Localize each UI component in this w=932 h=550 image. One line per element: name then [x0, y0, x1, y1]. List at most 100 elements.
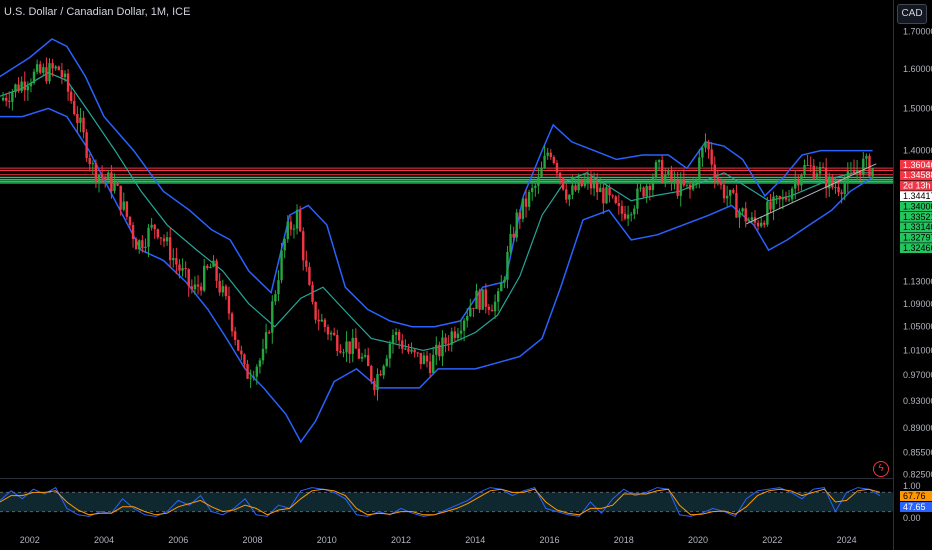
candle-body [738, 211, 741, 218]
price-tick-label: 1.50000 [903, 103, 932, 113]
candle-body [450, 331, 453, 345]
candle-body [862, 158, 865, 175]
candle-body [305, 260, 308, 267]
candle-body [425, 355, 429, 362]
candle-body [302, 231, 305, 261]
candle-body [865, 155, 868, 159]
candle-body [196, 284, 200, 287]
candle-body [500, 282, 503, 292]
candle-body [772, 196, 775, 210]
candle-body [441, 337, 444, 357]
candle-body [565, 189, 568, 200]
candle-body [323, 319, 327, 327]
candle-body [608, 187, 611, 196]
candle-body [759, 222, 763, 227]
candle-body [190, 286, 194, 290]
candle-body [32, 71, 36, 83]
candle-body [113, 182, 116, 192]
candle-body [456, 333, 460, 339]
candle-body [342, 352, 345, 354]
candle-body [345, 341, 348, 353]
candle-body [48, 63, 51, 82]
candle-body [611, 195, 614, 197]
price-tags: 1.360461.345882d 13h1.344171.340001.3352… [900, 160, 932, 253]
candle-body [719, 180, 723, 185]
candle-body [614, 196, 617, 204]
candle-body [401, 340, 404, 349]
candle-body [388, 343, 392, 359]
candle-body [422, 355, 426, 365]
candle-body [97, 174, 101, 182]
candle-body [682, 178, 686, 186]
candle-body [57, 66, 60, 71]
candle-body [568, 194, 571, 200]
candle-body [85, 132, 88, 159]
oscillator-value-label: 67.76 [903, 491, 926, 501]
candle-body [66, 73, 70, 92]
candle-body [691, 181, 695, 190]
candle-body [339, 350, 342, 353]
time-tick-label: 2008 [242, 535, 262, 545]
candle-body [750, 217, 754, 221]
candle-body [206, 265, 209, 269]
time-tick-label: 2020 [688, 535, 708, 545]
candle-body [165, 237, 169, 242]
time-tick-label: 2022 [762, 535, 782, 545]
candle-body [821, 167, 825, 169]
candle-body [147, 227, 150, 247]
price-tag-label: 1.34000 [903, 201, 932, 211]
candle-body [348, 341, 351, 354]
candle-body [438, 344, 441, 357]
candle-body [193, 284, 197, 290]
candle-body [218, 280, 221, 293]
candle-body [326, 326, 330, 335]
candle-body [744, 208, 747, 222]
candle-body [370, 366, 373, 381]
candle-body [459, 330, 463, 334]
candle-body [39, 64, 42, 73]
candle-body [481, 289, 484, 310]
candle-body [852, 170, 856, 173]
candle-body [490, 309, 494, 312]
candle-body [512, 233, 515, 238]
currency-button[interactable]: CAD [897, 4, 927, 24]
candle-body [518, 212, 522, 219]
lightning-icon[interactable]: ϟ [873, 461, 889, 477]
candle-body [73, 100, 76, 115]
candle-body [586, 176, 590, 181]
candle-body [376, 374, 379, 391]
candle-body [778, 196, 781, 200]
candle-body [431, 354, 435, 373]
candle-body [122, 201, 125, 210]
candle-body [60, 70, 64, 78]
candle-body [128, 216, 132, 226]
chart-canvas[interactable]: 1.70000 1.60000 1.50000 1.40000 1.13000 1.090… [0, 0, 932, 550]
candle-body [747, 220, 751, 222]
time-tick-label: 2004 [94, 535, 114, 545]
price-tick-label: 1.05000 [903, 322, 932, 332]
candle-body [453, 331, 457, 339]
candle-body [466, 315, 469, 321]
candle-body [181, 268, 184, 271]
candle-body [493, 301, 497, 312]
candle-body [642, 187, 645, 197]
candle-body [620, 206, 624, 214]
candle-body [404, 348, 407, 350]
candle-body [725, 195, 729, 199]
candle-body [255, 366, 259, 377]
candle-body [871, 168, 874, 177]
candle-body [664, 174, 667, 183]
candle-body [469, 307, 472, 316]
candle-body [599, 187, 602, 193]
candle-body [104, 176, 107, 180]
candle-body [732, 189, 735, 193]
time-tick-label: 2018 [614, 535, 634, 545]
candle-body [704, 141, 707, 148]
price-tick-label: 0.93000 [903, 396, 932, 406]
candle-body [23, 81, 26, 91]
candle-body [274, 294, 277, 302]
candle-body [546, 152, 549, 156]
candle-body [397, 331, 401, 341]
candle-body [605, 187, 608, 204]
price-tag-label: 1.34417 [903, 191, 932, 201]
